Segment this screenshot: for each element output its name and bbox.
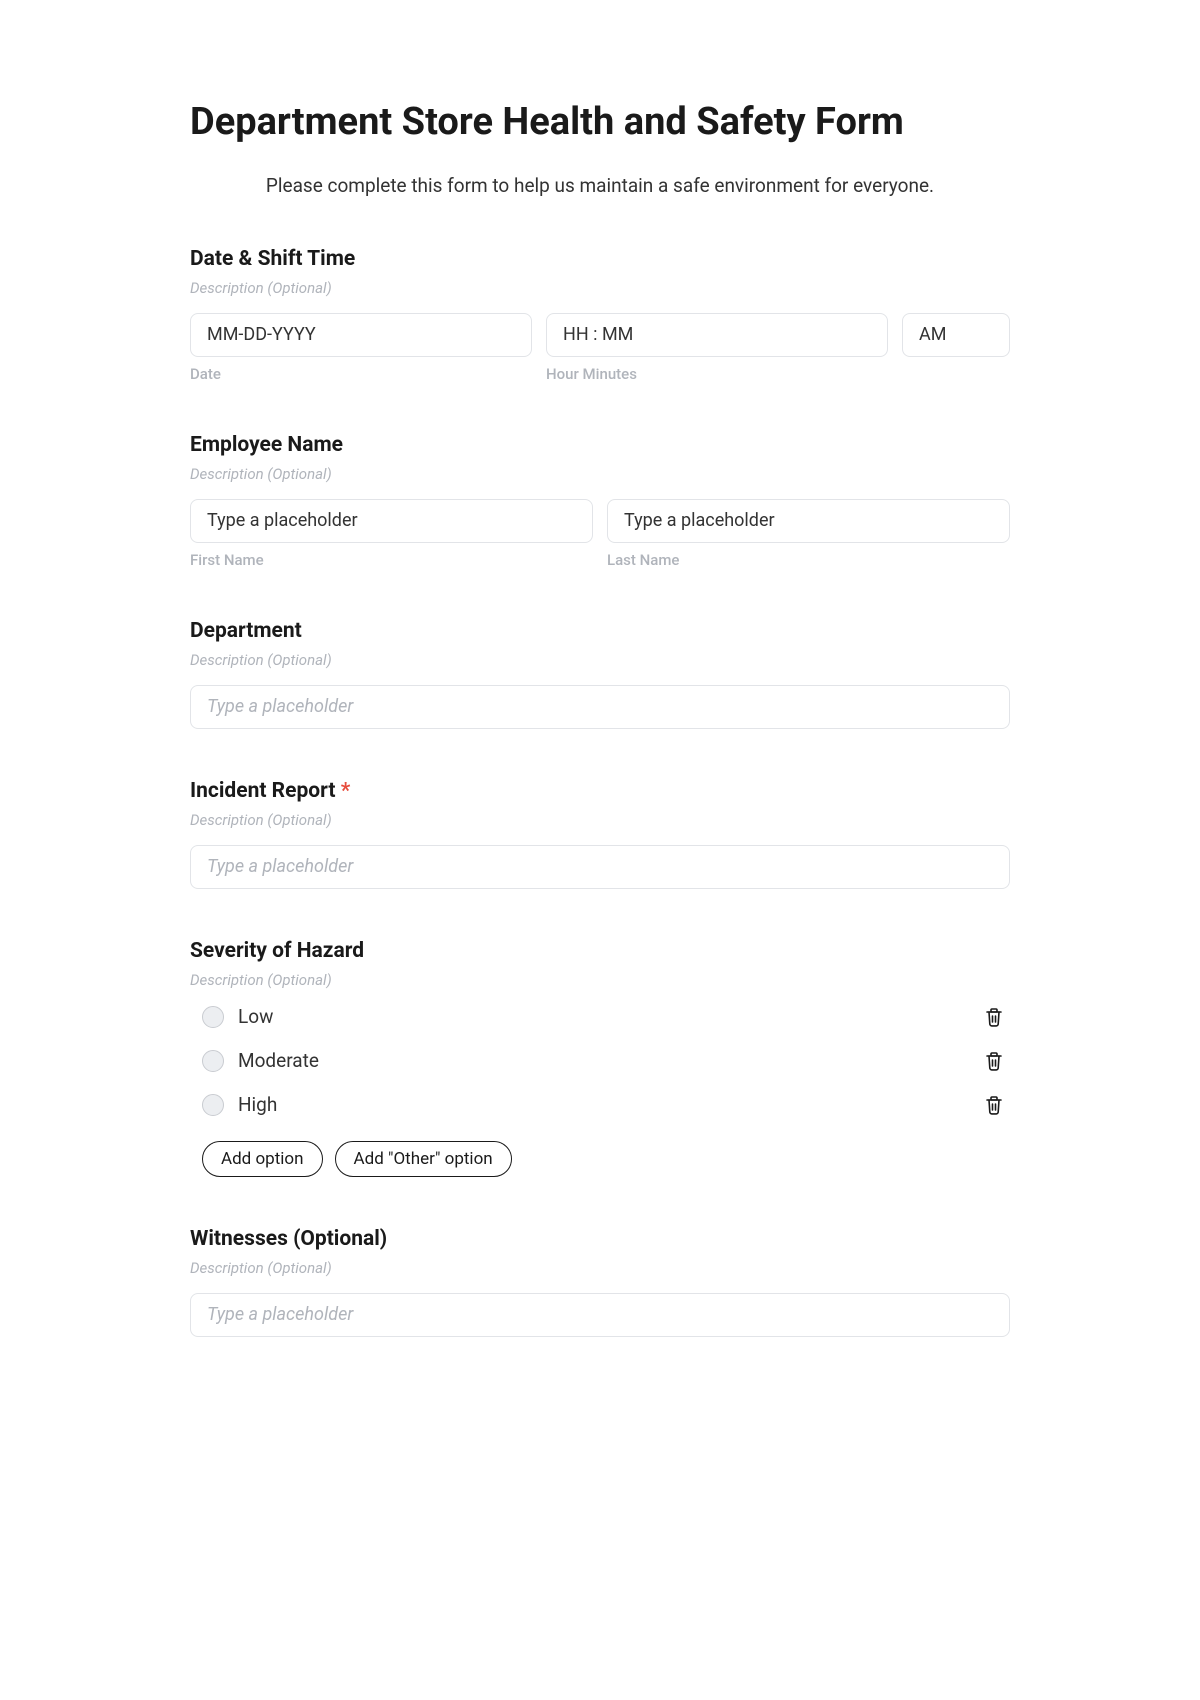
sublabel-first-name: First Name	[190, 551, 593, 569]
desc-severity[interactable]: Description (Optional)	[190, 971, 1010, 989]
severity-options-list: Low Moderate High	[190, 1005, 1010, 1117]
desc-employee-name[interactable]: Description (Optional)	[190, 465, 1010, 483]
trash-icon	[984, 1094, 1004, 1116]
trash-icon	[984, 1006, 1004, 1028]
label-witnesses: Witnesses (Optional)	[190, 1227, 1010, 1251]
severity-option-moderate[interactable]: Moderate	[190, 1049, 1010, 1073]
sublabel-time: Hour Minutes	[546, 365, 888, 383]
form-container: Department Store Health and Safety Form …	[190, 0, 1010, 1427]
desc-date-shift[interactable]: Description (Optional)	[190, 279, 1010, 297]
field-witnesses: Witnesses (Optional) Description (Option…	[190, 1227, 1010, 1337]
first-name-input[interactable]	[190, 499, 593, 543]
label-date-shift: Date & Shift Time	[190, 247, 1010, 271]
add-option-button[interactable]: Add option	[202, 1141, 323, 1177]
add-other-option-button[interactable]: Add "Other" option	[335, 1141, 512, 1177]
label-incident-text: Incident Report	[190, 779, 335, 803]
severity-option-low[interactable]: Low	[190, 1005, 1010, 1029]
desc-incident-report[interactable]: Description (Optional)	[190, 811, 1010, 829]
label-incident-report: Incident Report *	[190, 779, 1010, 803]
incident-input[interactable]	[190, 845, 1010, 889]
severity-option-text: High	[238, 1093, 982, 1116]
required-star: *	[341, 779, 351, 803]
field-department: Department Description (Optional)	[190, 619, 1010, 729]
radio-icon	[202, 1006, 224, 1028]
page-subtitle: Please complete this form to help us mai…	[190, 174, 1010, 197]
trash-icon	[984, 1050, 1004, 1072]
witnesses-input[interactable]	[190, 1293, 1010, 1337]
desc-witnesses[interactable]: Description (Optional)	[190, 1259, 1010, 1277]
department-input[interactable]	[190, 685, 1010, 729]
radio-icon	[202, 1050, 224, 1072]
field-date-shift: Date & Shift Time Description (Optional)…	[190, 247, 1010, 383]
label-employee-name: Employee Name	[190, 433, 1010, 457]
delete-option-button[interactable]	[982, 1005, 1006, 1029]
field-severity: Severity of Hazard Description (Optional…	[190, 939, 1010, 1177]
radio-icon	[202, 1094, 224, 1116]
label-severity: Severity of Hazard	[190, 939, 1010, 963]
ampm-value: AM	[919, 324, 946, 345]
sublabel-date: Date	[190, 365, 532, 383]
time-input[interactable]	[546, 313, 888, 357]
severity-option-text: Low	[238, 1005, 982, 1028]
page-title: Department Store Health and Safety Form	[190, 100, 1010, 146]
label-department: Department	[190, 619, 1010, 643]
last-name-input[interactable]	[607, 499, 1010, 543]
desc-department[interactable]: Description (Optional)	[190, 651, 1010, 669]
delete-option-button[interactable]	[982, 1049, 1006, 1073]
sublabel-last-name: Last Name	[607, 551, 1010, 569]
severity-option-high[interactable]: High	[190, 1093, 1010, 1117]
severity-option-text: Moderate	[238, 1049, 982, 1072]
date-input[interactable]	[190, 313, 532, 357]
delete-option-button[interactable]	[982, 1093, 1006, 1117]
ampm-select[interactable]: AM	[902, 313, 1010, 357]
field-incident-report: Incident Report * Description (Optional)	[190, 779, 1010, 889]
severity-option-buttons: Add option Add "Other" option	[190, 1141, 1010, 1177]
field-employee-name: Employee Name Description (Optional) Fir…	[190, 433, 1010, 569]
